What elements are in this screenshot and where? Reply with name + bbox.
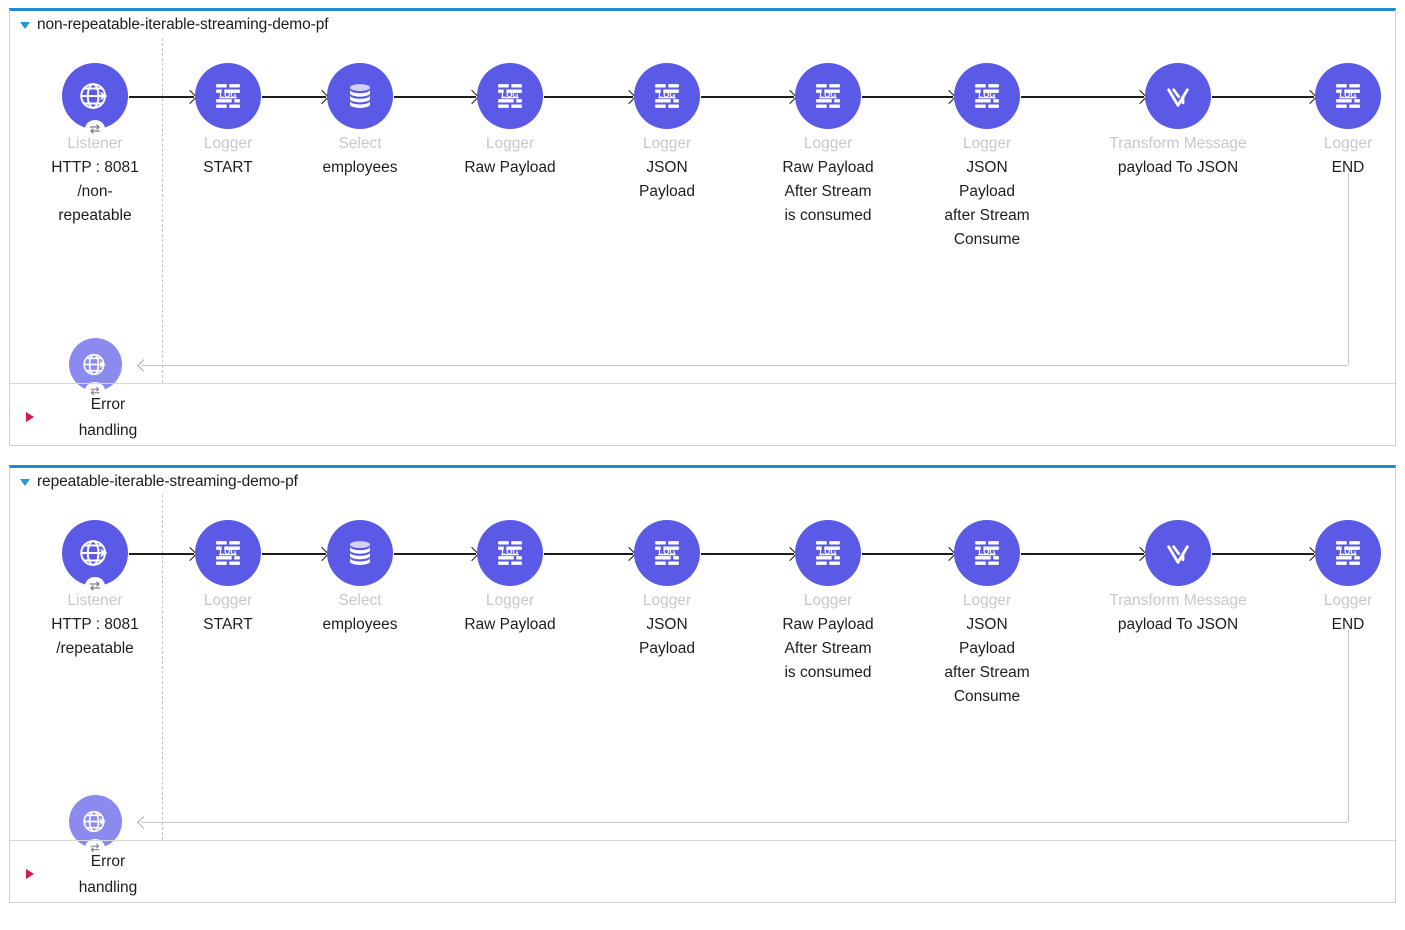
node-icon-circle[interactable] (1315, 63, 1381, 129)
triangle-right-icon[interactable] (26, 869, 34, 879)
node-icon-circle[interactable] (1315, 520, 1381, 586)
node-type-label: Logger (485, 592, 535, 609)
node-type-label: Logger (203, 592, 253, 609)
node-icon-circle[interactable] (634, 63, 700, 129)
node-icon-circle[interactable] (795, 520, 861, 586)
node-name-label: JSON Payload (638, 616, 695, 657)
node-icon-circle[interactable] (327, 520, 393, 586)
node-icon-circle[interactable] (62, 63, 128, 138)
flow-node[interactable]: Logger END (1273, 63, 1405, 180)
flow-node[interactable]: Logger Raw Payload After Stream is consum… (753, 520, 903, 685)
node-icon-circle[interactable] (477, 63, 543, 129)
node-name-label: JSON Payload after Stream Consume (944, 616, 1030, 705)
flow-node[interactable]: Logger Raw Payload (435, 520, 585, 637)
error-handling-section[interactable]: Error handling (10, 840, 1395, 902)
node-icon-circle[interactable] (954, 63, 1020, 129)
flow-title: repeatable-iterable-streaming-demo-pf (37, 472, 298, 490)
node-name-label: payload To JSON (1117, 616, 1239, 633)
node-type-label: Logger (962, 135, 1012, 152)
flow-node[interactable]: Logger Raw Payload After Stream is consum… (753, 63, 903, 228)
node-type-label: Logger (1323, 135, 1373, 152)
node-icon-circle[interactable] (1145, 520, 1211, 586)
flow-node-canvas: Listener HTTP : 8081 /non- repeatable Logg… (10, 38, 1395, 400)
node-name-label: Raw Payload After Stream is consumed (782, 616, 874, 681)
node-name-label: JSON Payload after Stream Consume (944, 159, 1030, 248)
node-name-label: employees (322, 159, 398, 176)
flow-container[interactable]: non-repeatable-iterable-streaming-demo-p… (9, 8, 1396, 446)
node-type-label: Logger (203, 135, 253, 152)
node-name-label: START (203, 616, 253, 633)
flow-node[interactable]: Logger JSON Payload after Stream Consume (912, 520, 1062, 709)
node-name-label: Raw Payload After Stream is consumed (782, 159, 874, 224)
exchange-icon (85, 120, 105, 138)
node-icon-circle[interactable] (954, 520, 1020, 586)
node-icon-circle[interactable] (195, 520, 261, 586)
node-icon-circle[interactable] (62, 520, 128, 595)
return-path-horizontal (141, 822, 1348, 823)
error-handling-section[interactable]: Error handling (10, 383, 1395, 445)
node-name-label: payload To JSON (1117, 159, 1239, 176)
node-icon-circle[interactable] (634, 520, 700, 586)
flow-node[interactable]: Listener HTTP : 8081 /repeatable (20, 520, 170, 661)
error-handling-label: Error handling (78, 396, 138, 439)
node-name-label: START (203, 159, 253, 176)
flow-container[interactable]: repeatable-iterable-streaming-demo-pf Lis… (9, 465, 1396, 903)
node-type-label: Logger (1323, 592, 1373, 609)
return-path-vertical (1348, 173, 1349, 365)
flow-node[interactable]: Listener HTTP : 8081 /non- repeatable (20, 63, 170, 228)
triangle-down-icon[interactable] (20, 22, 30, 29)
node-name-label: END (1331, 159, 1365, 176)
flow-node[interactable]: Logger JSON Payload (592, 63, 742, 204)
flow-node[interactable]: Logger START (153, 520, 303, 637)
flow-node[interactable]: Logger Raw Payload (435, 63, 585, 180)
flow-node[interactable]: Transform Message payload To JSON (1103, 520, 1253, 637)
error-handling-label: Error handling (78, 853, 138, 896)
node-name-label: END (1331, 616, 1365, 633)
node-type-label: Logger (642, 592, 692, 609)
flow-node[interactable]: Transform Message payload To JSON (1103, 63, 1253, 180)
flow-editor-canvas: non-repeatable-iterable-streaming-demo-p… (0, 0, 1405, 930)
node-name-label: Raw Payload (464, 159, 556, 176)
flow-header[interactable]: repeatable-iterable-streaming-demo-pf (10, 468, 1395, 495)
node-icon-circle[interactable] (327, 63, 393, 129)
node-type-label: Transform Message (1109, 592, 1247, 609)
node-type-label: Logger (803, 135, 853, 152)
flow-node[interactable]: Select employees (285, 520, 435, 637)
node-type-label: Logger (485, 135, 535, 152)
node-type-label: Select (338, 592, 382, 609)
flow-node-canvas: Listener HTTP : 8081 /repeatable Logger STA… (10, 495, 1395, 857)
flow-header[interactable]: non-repeatable-iterable-streaming-demo-p… (10, 11, 1395, 38)
node-icon-circle[interactable] (477, 520, 543, 586)
node-name-label: HTTP : 8081 /non- repeatable (51, 159, 139, 224)
node-type-label: Select (338, 135, 382, 152)
flow-title: non-repeatable-iterable-streaming-demo-p… (37, 15, 329, 33)
node-name-label: HTTP : 8081 /repeatable (51, 616, 139, 657)
node-name-label: employees (322, 616, 398, 633)
node-icon-circle[interactable] (795, 63, 861, 129)
flow-node[interactable]: Logger START (153, 63, 303, 180)
return-path-vertical (1348, 630, 1349, 822)
exchange-icon (85, 577, 105, 595)
node-name-label: JSON Payload (638, 159, 695, 200)
node-type-label: Logger (803, 592, 853, 609)
return-path-horizontal (141, 365, 1348, 366)
triangle-right-icon[interactable] (26, 412, 34, 422)
flow-node[interactable]: Logger END (1273, 520, 1405, 637)
flow-node[interactable]: Logger JSON Payload (592, 520, 742, 661)
node-type-label: Transform Message (1109, 135, 1247, 152)
node-icon-circle[interactable] (1145, 63, 1211, 129)
node-type-label: Logger (962, 592, 1012, 609)
node-name-label: Raw Payload (464, 616, 556, 633)
node-type-label: Logger (642, 135, 692, 152)
triangle-down-icon[interactable] (20, 479, 30, 486)
flow-node[interactable]: Logger JSON Payload after Stream Consume (912, 63, 1062, 252)
node-icon-circle[interactable] (195, 63, 261, 129)
flow-node[interactable]: Select employees (285, 63, 435, 180)
